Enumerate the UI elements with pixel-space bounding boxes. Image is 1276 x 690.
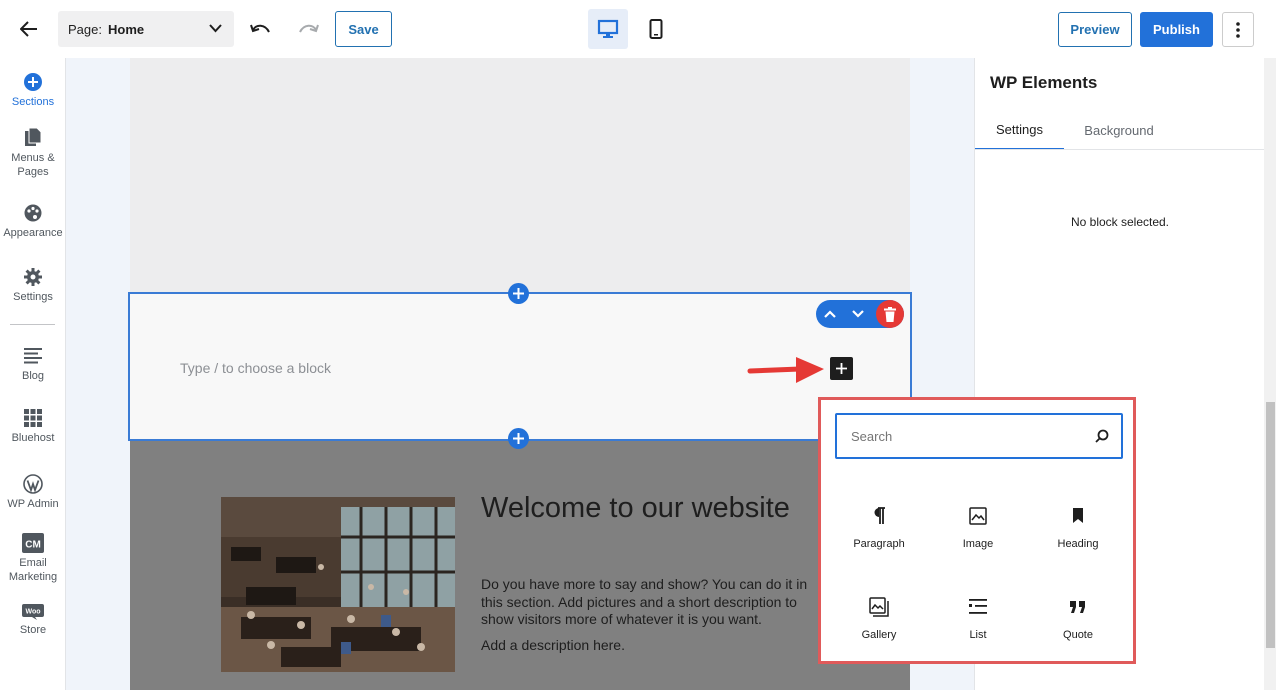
section-heading[interactable]: Welcome to our website [481, 491, 801, 526]
section-description[interactable]: Do you have more to say and show? You ca… [481, 576, 811, 629]
block-option-paragraph[interactable]: Paragraph [834, 504, 924, 574]
chevron-up-icon[interactable] [816, 300, 844, 328]
grid-icon [23, 408, 43, 428]
block-option-label: Gallery [861, 629, 897, 641]
panel-title: WP Elements [990, 73, 1098, 92]
more-options-icon[interactable] [1222, 12, 1254, 47]
gear-icon [23, 267, 43, 287]
gallery-icon [867, 595, 891, 619]
search-icon[interactable] [1095, 429, 1109, 448]
block-option-image[interactable]: Image [933, 504, 1023, 574]
block-search-input[interactable] [851, 428, 1071, 444]
trash-icon[interactable] [876, 300, 904, 328]
save-button[interactable]: Save [335, 11, 392, 47]
paragraph-icon [867, 504, 891, 528]
sidebar-item-label: Bluehost [11, 432, 55, 444]
list-icon [966, 595, 990, 619]
cm-icon: CM [22, 533, 44, 553]
sidebar-item-sections[interactable]: Sections [0, 72, 66, 109]
welcome-section[interactable]: Welcome to our website Do you have more … [130, 441, 910, 690]
block-option-list[interactable]: List [933, 595, 1023, 665]
block-option-label: Heading [1057, 538, 1099, 550]
sidebar-item-label: Blog [21, 370, 45, 382]
left-sidebar: Sections Menus & Pages Appearance Settin… [0, 58, 66, 690]
sidebar-item-blog[interactable]: Blog [0, 346, 66, 383]
redo-icon[interactable] [293, 14, 323, 44]
sidebar-item-settings[interactable]: Settings [0, 267, 66, 304]
sidebar-item-bluehost[interactable]: Bluehost [0, 408, 66, 445]
sidebar-divider [10, 324, 55, 325]
block-search-field[interactable] [835, 413, 1123, 459]
palette-icon [23, 203, 43, 223]
sidebar-item-store[interactable]: Woo Store [0, 604, 66, 637]
page-selector-value: Home [107, 21, 145, 37]
block-option-label: Image [962, 538, 994, 550]
quote-icon [1066, 595, 1090, 619]
sidebar-item-appearance[interactable]: Appearance [0, 203, 66, 240]
empty-state-message: No block selected. [1070, 215, 1170, 229]
sidebar-item-label: Menus & Pages [11, 152, 55, 178]
sidebar-item-label: Settings [13, 291, 53, 303]
empty-section[interactable] [130, 58, 910, 292]
tab-settings[interactable]: Settings [975, 110, 1064, 150]
sidebar-item-label: Sections [11, 96, 55, 108]
mobile-view-icon[interactable] [636, 9, 676, 49]
sidebar-item-wp-admin[interactable]: WP Admin [0, 474, 66, 511]
block-option-label: Quote [1063, 629, 1093, 641]
image-icon [966, 504, 990, 528]
chevron-down-icon [209, 21, 222, 38]
sidebar-item-label: Email Marketing [8, 557, 58, 583]
svg-text:Woo: Woo [25, 609, 40, 616]
block-inserter-popup: Paragraph Image Heading Gallery List Quo… [818, 397, 1136, 664]
block-option-label: List [969, 629, 987, 641]
add-section-above-button[interactable] [508, 283, 529, 304]
block-placeholder[interactable]: Type / to choose a block [180, 360, 331, 376]
plus-circle-icon [23, 72, 43, 92]
pages-icon [23, 128, 43, 148]
section-description-secondary[interactable]: Add a description here. [481, 637, 811, 653]
tab-divider [975, 149, 1265, 150]
sidebar-item-label: Store [19, 624, 47, 636]
block-inserter-button[interactable] [830, 357, 853, 380]
desktop-view-icon[interactable] [588, 9, 628, 49]
blog-icon [23, 346, 43, 366]
block-option-quote[interactable]: Quote [1033, 595, 1123, 665]
sidebar-item-menus-pages[interactable]: Menus & Pages [0, 128, 66, 179]
sidebar-item-email-marketing[interactable]: CM Email Marketing [0, 533, 66, 584]
page-selector[interactable]: Page: Home [58, 11, 234, 47]
svg-text:CM: CM [25, 540, 41, 551]
preview-button[interactable]: Preview [1058, 12, 1132, 47]
page-selector-label: Page: [68, 21, 102, 37]
top-toolbar: Page: Home Save Preview Publish [0, 0, 1276, 58]
section-mover-toolbar [816, 300, 904, 328]
scrollbar-thumb[interactable] [1266, 402, 1275, 648]
block-option-heading[interactable]: Heading [1033, 504, 1123, 574]
undo-icon[interactable] [246, 14, 276, 44]
woo-icon: Woo [22, 604, 44, 620]
add-section-below-button[interactable] [508, 428, 529, 449]
sidebar-item-label: Appearance [3, 227, 63, 239]
bookmark-icon [1066, 504, 1090, 528]
wordpress-icon [23, 474, 43, 494]
block-option-label: Paragraph [853, 538, 905, 550]
publish-button[interactable]: Publish [1140, 12, 1213, 47]
tab-background[interactable]: Background [1064, 110, 1174, 150]
block-option-gallery[interactable]: Gallery [834, 595, 924, 665]
chevron-down-icon[interactable] [844, 300, 872, 328]
back-arrow-icon[interactable] [14, 14, 44, 44]
red-arrow-annotation [746, 355, 828, 390]
sidebar-item-label: WP Admin [7, 498, 59, 510]
cafe-photo [221, 497, 455, 672]
